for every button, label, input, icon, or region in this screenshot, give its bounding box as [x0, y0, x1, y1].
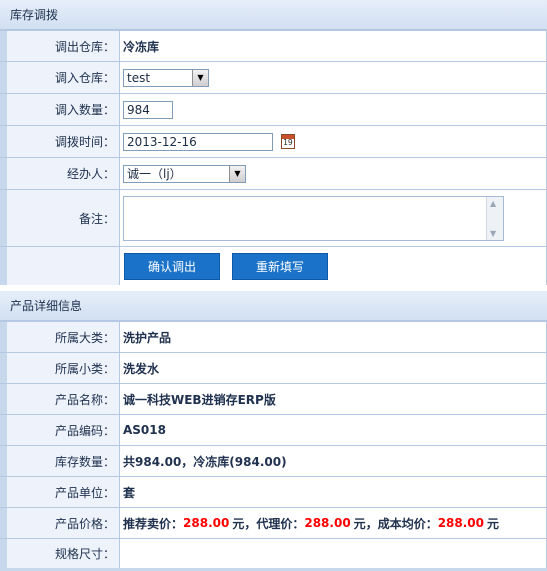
- product-name-row: 产品名称： 诚一科技WEB进销存ERP版: [0, 383, 547, 414]
- stock-row: 库存数量： 共984.00，冷冻库(984.00): [0, 445, 547, 476]
- from-warehouse-label: 调出仓库：: [0, 31, 119, 61]
- product-name-value: 诚一科技WEB进销存ERP版: [119, 384, 547, 414]
- agent-price-value: 288.00: [304, 516, 351, 530]
- scroll-down-icon[interactable]: ▼: [490, 229, 496, 238]
- transfer-time-label: 调拨时间：: [0, 126, 119, 157]
- reset-form-button[interactable]: 重新填写: [232, 252, 328, 280]
- stock-value: 共984.00，冷冻库(984.00): [119, 446, 547, 476]
- chevron-down-icon[interactable]: ▼: [229, 165, 245, 182]
- quantity-cell: 984: [119, 94, 547, 125]
- transfer-panel: 库存调拨 调出仓库： 冷冻库 调入仓库： test ▼ 调入数量： 984 调拨…: [0, 0, 547, 285]
- unit-value: 套: [119, 477, 547, 507]
- actions-row: 确认调出 重新填写: [0, 246, 547, 285]
- handler-row: 经办人： 诚一（lj） ▼: [0, 157, 547, 189]
- spec-row: 规格尺寸：: [0, 538, 547, 568]
- price-value: 推荐卖价： 288.00 元 ，代理价： 288.00 元 ，成本均价： 288…: [119, 508, 547, 538]
- unit-row: 产品单位： 套: [0, 476, 547, 507]
- note-scrollbar[interactable]: ▲ ▼: [486, 196, 503, 240]
- handler-label: 经办人：: [0, 158, 119, 189]
- to-warehouse-row: 调入仓库： test ▼: [0, 61, 547, 93]
- product-code-label: 产品编码：: [0, 415, 119, 445]
- product-panel-title: 产品详细信息: [0, 291, 547, 321]
- spec-label: 规格尺寸：: [0, 539, 119, 568]
- product-name-label: 产品名称：: [0, 384, 119, 414]
- transfer-panel-title: 库存调拨: [0, 0, 547, 30]
- cost-price-value: 288.00: [437, 516, 485, 530]
- retail-price-value: 288.00: [183, 516, 230, 530]
- from-warehouse-row: 调出仓库： 冷冻库: [0, 30, 547, 61]
- unit-label: 产品单位：: [0, 477, 119, 507]
- quantity-row: 调入数量： 984: [0, 93, 547, 125]
- transfer-date-input[interactable]: 2013-12-16: [123, 132, 273, 151]
- product-panel: 产品详细信息 所属大类： 洗护产品 所属小类： 洗发水 产品名称： 诚一科技WE…: [0, 291, 547, 571]
- chevron-down-icon[interactable]: ▼: [192, 69, 208, 86]
- from-warehouse-value: 冷冻库: [119, 31, 547, 61]
- note-label: 备注：: [0, 190, 119, 246]
- spec-value: [119, 539, 547, 568]
- subcategory-value: 洗发水: [119, 353, 547, 383]
- category-value: 洗护产品: [119, 322, 547, 352]
- calendar-icon[interactable]: 19: [281, 134, 295, 149]
- stock-label: 库存数量：: [0, 446, 119, 476]
- handler-selected: 诚一（lj）: [127, 167, 182, 181]
- calendar-icon-day: 19: [283, 138, 293, 147]
- price-label: 产品价格：: [0, 508, 119, 538]
- handler-cell: 诚一（lj） ▼: [119, 158, 547, 189]
- category-row: 所属大类： 洗护产品: [0, 321, 547, 352]
- transfer-time-cell: 2013-12-16 19: [119, 126, 547, 157]
- cost-price-label: ，成本均价：: [365, 516, 438, 531]
- to-warehouse-cell: test ▼: [119, 62, 547, 93]
- price-row: 产品价格： 推荐卖价： 288.00 元 ，代理价： 288.00 元 ，成本均…: [0, 507, 547, 538]
- subcategory-label: 所属小类：: [0, 353, 119, 383]
- product-code-value: AS018: [119, 415, 547, 445]
- confirm-transfer-button[interactable]: 确认调出: [124, 252, 220, 280]
- handler-select[interactable]: 诚一（lj） ▼: [123, 164, 246, 183]
- quantity-input[interactable]: 984: [123, 100, 173, 119]
- subcategory-row: 所属小类： 洗发水: [0, 352, 547, 383]
- note-row: 备注： ▲ ▼: [0, 189, 547, 246]
- to-warehouse-label: 调入仓库：: [0, 62, 119, 93]
- currency-unit: 元: [487, 516, 500, 531]
- scroll-up-icon[interactable]: ▲: [490, 199, 496, 208]
- transfer-time-row: 调拨时间： 2013-12-16 19: [0, 125, 547, 157]
- agent-price-label: ，代理价：: [244, 516, 305, 531]
- actions-label-cell: [0, 247, 119, 285]
- category-label: 所属大类：: [0, 322, 119, 352]
- actions-cell: 确认调出 重新填写: [119, 247, 547, 285]
- currency-unit: 元: [353, 516, 366, 531]
- quantity-label: 调入数量：: [0, 94, 119, 125]
- to-warehouse-selected: test: [127, 70, 151, 85]
- retail-price-label: 推荐卖价：: [123, 516, 184, 531]
- note-cell: ▲ ▼: [119, 190, 547, 246]
- note-textarea[interactable]: ▲ ▼: [123, 195, 504, 241]
- product-code-row: 产品编码： AS018: [0, 414, 547, 445]
- to-warehouse-select[interactable]: test ▼: [123, 68, 209, 87]
- currency-unit: 元: [232, 516, 245, 531]
